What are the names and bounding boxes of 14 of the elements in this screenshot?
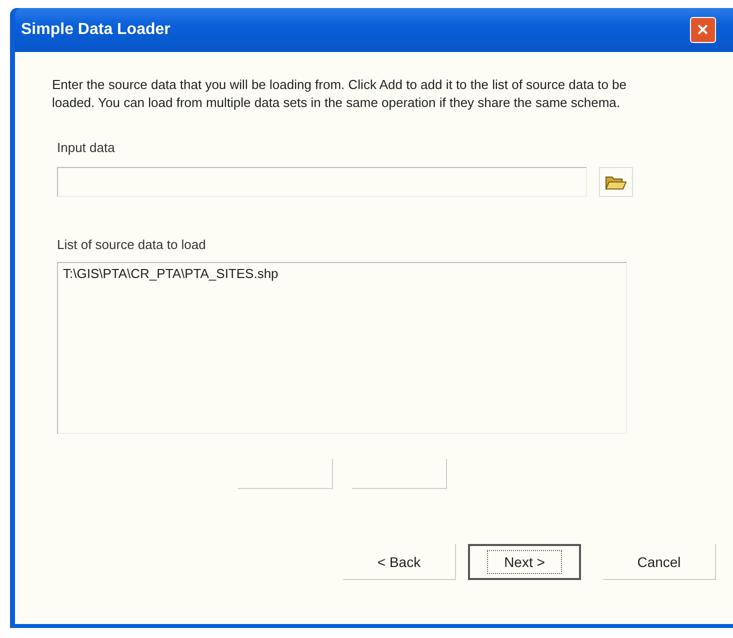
close-button[interactable]: ✕ — [690, 17, 716, 43]
source-list[interactable]: T:\GIS\PTA\CR_PTA\PTA_SITES.shp — [57, 262, 627, 434]
instructions-text: Enter the source data that you will be loading from. Click Add to add it to the list of source data to be loaded. You can load from multiple data sets in the same operation if they share the same schema. — [52, 76, 628, 112]
input-field[interactable] — [57, 167, 587, 197]
window-title: Simple Data Loader — [21, 21, 170, 39]
blank-button[interactable] — [352, 459, 447, 489]
wizard-button[interactable]: Cancel — [603, 544, 716, 580]
wizard-button[interactable]: < Back — [343, 544, 456, 580]
input-label: Input data — [57, 140, 115, 155]
list-item[interactable]: T:\GIS\PTA\CR_PTA\PTA_SITES.shp — [63, 266, 621, 281]
blank-button[interactable] — [238, 459, 333, 489]
wizard-button[interactable]: Next > — [468, 544, 581, 580]
list-label: List of source data to load — [57, 237, 206, 252]
browse-button[interactable] — [599, 167, 633, 197]
